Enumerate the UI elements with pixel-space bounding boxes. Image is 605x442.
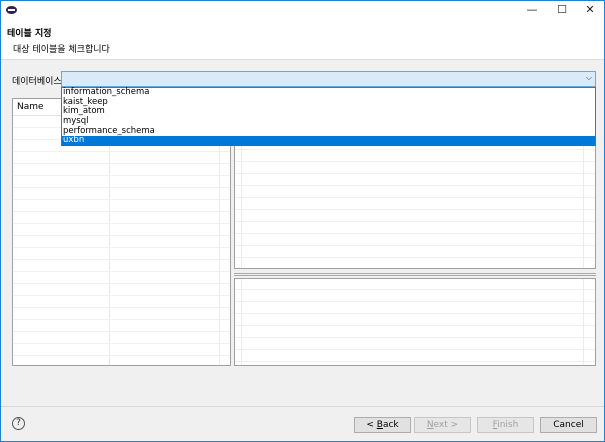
- grid-line: [235, 289, 595, 290]
- grid-line: [235, 313, 595, 314]
- grid-line: [13, 247, 230, 248]
- grid-line: [235, 149, 595, 150]
- grid-line: [13, 235, 230, 236]
- next-label: ext >: [433, 420, 459, 430]
- footer-separator: [1, 406, 604, 407]
- grid-line: [235, 161, 595, 162]
- grid-line: [13, 355, 230, 356]
- back-button[interactable]: < Back: [354, 417, 411, 433]
- close-button[interactable]: ✕: [575, 1, 604, 20]
- database-combo[interactable]: ⌵: [61, 71, 596, 87]
- splitter-sash[interactable]: [234, 273, 596, 276]
- grid-line: [13, 295, 230, 296]
- wizard-title: 테이블 지정: [7, 29, 52, 39]
- back-prefix: <: [366, 420, 377, 430]
- grid-line: [13, 175, 230, 176]
- wizard-banner: 테이블 지정 대상 테이블을 체크합니다: [1, 20, 604, 60]
- grid-line: [13, 343, 230, 344]
- grid-line: [13, 307, 230, 308]
- database-option[interactable]: performance_schema: [62, 126, 595, 137]
- grid-line: [235, 361, 595, 362]
- grid-line: [13, 211, 230, 212]
- grid-line: [13, 199, 230, 200]
- grid-column-line: [583, 279, 584, 365]
- next-mnemonic: N: [426, 420, 434, 430]
- back-label: ack: [382, 420, 399, 430]
- grid-line: [13, 223, 230, 224]
- grid-line: [235, 245, 595, 246]
- grid-line: [13, 283, 230, 284]
- database-option[interactable]: kaist_keep: [62, 97, 595, 108]
- grid-line: [235, 257, 595, 258]
- preview-panel[interactable]: [234, 278, 596, 366]
- cancel-button[interactable]: Cancel: [540, 417, 597, 433]
- grid-line: [13, 151, 230, 152]
- app-icon: [6, 6, 17, 14]
- grid-line: [235, 209, 595, 210]
- grid-line: [235, 325, 595, 326]
- grid-line: [235, 349, 595, 350]
- database-dropdown-list[interactable]: information_schema kaist_keep kim_atom mysq…: [61, 87, 596, 147]
- grid-line: [235, 233, 595, 234]
- dialog-window: — ☐ ✕ 테이블 지정 대상 테이블을 체크합니다 데이터베이스 ⌵ Name…: [0, 0, 605, 442]
- next-button[interactable]: Next >: [414, 417, 471, 433]
- grid-line: [235, 173, 595, 174]
- grid-line: [13, 187, 230, 188]
- grid-line: [235, 197, 595, 198]
- grid-line: [13, 163, 230, 164]
- database-option[interactable]: uxbn: [62, 136, 595, 147]
- grid-line: [13, 319, 230, 320]
- chevron-down-icon[interactable]: ⌵: [586, 73, 592, 83]
- minimize-button[interactable]: —: [517, 1, 547, 20]
- finish-label: inish: [497, 420, 519, 430]
- grid-line: [235, 221, 595, 222]
- help-icon[interactable]: ?: [12, 417, 25, 430]
- database-option[interactable]: information_schema: [62, 87, 595, 98]
- maximize-button[interactable]: ☐: [547, 1, 577, 20]
- grid-line: [235, 301, 595, 302]
- grid-line: [235, 337, 595, 338]
- grid-line: [13, 331, 230, 332]
- database-option[interactable]: kim_atom: [62, 107, 595, 117]
- wizard-description: 대상 테이블을 체크합니다: [13, 45, 110, 55]
- grid-line: [13, 259, 230, 260]
- finish-button[interactable]: Finish: [477, 417, 534, 433]
- title-bar: — ☐ ✕: [1, 1, 604, 20]
- grid-line: [235, 185, 595, 186]
- database-label: 데이터베이스: [12, 77, 62, 87]
- column-header-name[interactable]: Name: [17, 102, 44, 112]
- grid-line: [13, 271, 230, 272]
- grid-column-line: [241, 279, 242, 365]
